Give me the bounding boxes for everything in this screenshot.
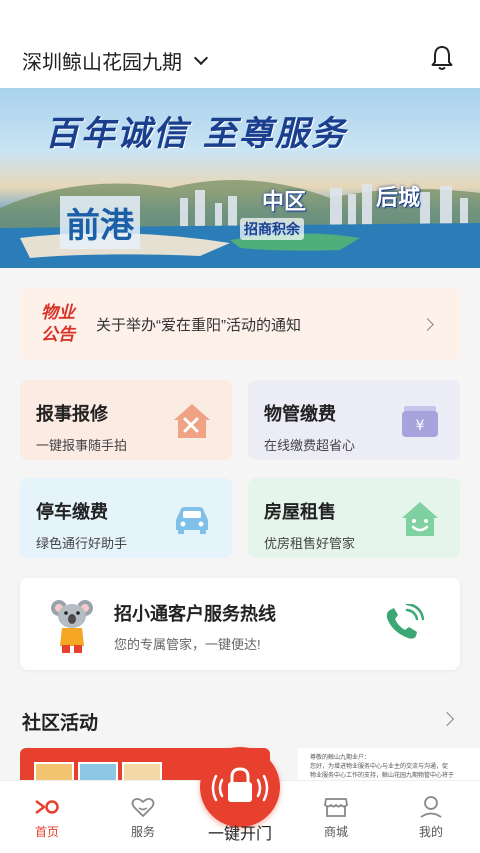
tab-label: 服务	[130, 825, 155, 839]
smile-house-icon	[402, 502, 438, 536]
notice-badge-line2: 公告	[41, 325, 75, 344]
tab-home[interactable]: 首页	[12, 795, 82, 840]
activity-text-line: 您好，为增进物业服务中心与业主的交流与沟通，促	[310, 764, 449, 770]
unlock-door-label[interactable]: 一键开门	[190, 820, 290, 844]
wallet-icon: ¥	[402, 406, 438, 437]
store-icon	[324, 798, 348, 817]
notice-text: 关于举办“爱在重阳”活动的通知	[96, 316, 301, 334]
home-logo-icon	[35, 800, 59, 814]
activity-text-line: 尊敬的鲸山九期业户：	[310, 755, 371, 761]
tab-service[interactable]: 服务	[108, 795, 178, 840]
phone-icon[interactable]	[382, 604, 426, 644]
svg-text:¥: ¥	[416, 418, 425, 434]
tab-mine[interactable]: 我的	[396, 795, 466, 840]
service-property-fee[interactable]: 物管缴费 在线缴费超省心 ¥	[248, 380, 460, 460]
chevron-down-icon	[193, 50, 209, 65]
community-selector[interactable]: 深圳鲸山花园九期	[22, 46, 209, 75]
hotline-title: 招小通客户服务热线	[114, 604, 276, 624]
bell-icon[interactable]	[428, 44, 456, 72]
community-name: 深圳鲸山花园九期	[22, 52, 182, 74]
tab-label: 商城	[323, 825, 348, 839]
top-bar: 深圳鲸山花园九期	[0, 0, 480, 88]
notice-badge: 物业 公告	[34, 300, 82, 348]
repair-house-icon	[174, 404, 210, 438]
section-title-activity: 社区活动	[22, 713, 99, 734]
tab-label: 首页	[34, 825, 59, 839]
service-parking-fee[interactable]: 停车缴费 绿色通行好助手	[20, 478, 232, 558]
lock-signal-icon	[211, 767, 269, 802]
banner-tag-qiangang: 前港	[60, 196, 140, 249]
chevron-right-icon[interactable]	[439, 711, 455, 727]
tab-mall[interactable]: 商城	[301, 795, 371, 840]
notice-badge-line1: 物业	[41, 303, 75, 322]
car-icon	[176, 507, 208, 534]
property-notice[interactable]: 物业 公告 关于举办“爱在重阳”活动的通知	[20, 288, 460, 360]
user-icon	[420, 796, 442, 818]
banner-slogan: 百年诚信 至尊服务	[45, 114, 347, 154]
promo-banner[interactable]: 百年诚信 至尊服务 前港 中区 后城 招商积余	[0, 88, 480, 268]
unlock-door-button[interactable]	[200, 747, 280, 827]
hotline-subtitle: 您的专属管家，一键便达!	[114, 637, 261, 652]
banner-tag-houcheng: 后城	[376, 185, 421, 210]
banner-tag-zhongqu: 中区	[262, 189, 307, 214]
service-repair[interactable]: 报事报修 一键报事随手拍	[20, 380, 232, 460]
heart-icon	[131, 797, 155, 817]
koala-mascot-icon	[51, 600, 93, 653]
service-house-rental[interactable]: 房屋租售 优房租售好管家	[248, 478, 460, 558]
chevron-right-icon	[421, 317, 434, 331]
banner-logo: 招商积余	[240, 218, 304, 240]
tab-label: 我的	[418, 825, 443, 839]
service-hotline-card[interactable]: 招小通客户服务热线 您的专属管家，一键便达!	[20, 578, 460, 670]
